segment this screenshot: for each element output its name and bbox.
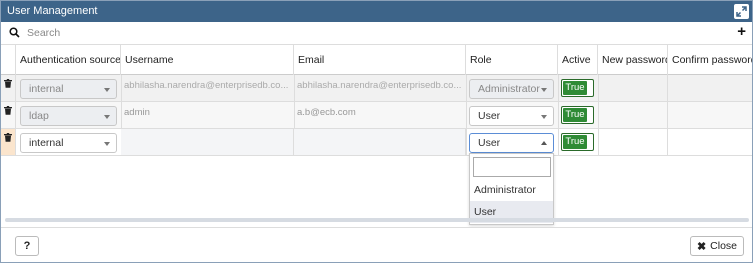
titlebar: User Management bbox=[1, 1, 752, 22]
active-toggle-label: True bbox=[563, 81, 587, 95]
chevron-up-icon bbox=[541, 141, 547, 145]
auth-source-select[interactable]: ldap bbox=[20, 106, 117, 126]
active-toggle[interactable]: True bbox=[561, 106, 594, 124]
divider bbox=[558, 129, 559, 155]
confirm-password-input[interactable] bbox=[669, 129, 752, 155]
role-select[interactable]: User bbox=[469, 106, 554, 126]
table-row-new: internal User True bbox=[1, 129, 752, 156]
divider bbox=[121, 75, 122, 101]
role-value: User bbox=[478, 110, 501, 122]
role-dropdown-search-input[interactable] bbox=[473, 157, 551, 177]
column-header-confirm-password[interactable]: Confirm password bbox=[668, 45, 752, 75]
chevron-down-icon bbox=[104, 88, 110, 92]
divider bbox=[121, 102, 122, 128]
trash-icon bbox=[4, 106, 12, 118]
close-icon: ✖ bbox=[696, 240, 707, 253]
add-user-button[interactable]: + bbox=[737, 23, 746, 41]
dialog-title: User Management bbox=[7, 5, 98, 17]
dialog-footer: ? ✖ Close bbox=[1, 227, 752, 262]
email-cell: a.b@ecb.com bbox=[297, 107, 356, 118]
column-header-auth-source[interactable]: Authentication source bbox=[16, 45, 121, 75]
table-row: ldap admin a.b@ecb.com User True bbox=[1, 102, 752, 129]
active-toggle[interactable]: True bbox=[561, 133, 594, 151]
divider bbox=[466, 102, 467, 128]
delete-row-button[interactable] bbox=[1, 102, 16, 128]
chevron-down-icon bbox=[541, 88, 547, 92]
email-cell: abhilasha.narendra@enterprisedb.co... bbox=[297, 80, 462, 91]
new-password-cell[interactable] bbox=[599, 102, 668, 128]
role-select[interactable]: Administrator bbox=[469, 79, 554, 99]
column-header-new-password[interactable]: New password bbox=[598, 45, 668, 75]
delete-row-button[interactable] bbox=[1, 129, 16, 155]
divider bbox=[558, 102, 559, 128]
username-cell: abhilasha.narendra@enterprisedb.co... bbox=[124, 80, 289, 91]
maximize-icon[interactable] bbox=[734, 4, 749, 19]
user-management-dialog: User Management + Authentication source … bbox=[0, 0, 753, 263]
auth-source-value: internal bbox=[29, 137, 64, 149]
auth-source-select[interactable]: internal bbox=[20, 133, 117, 153]
chevron-down-icon bbox=[104, 142, 110, 146]
auth-source-value: ldap bbox=[29, 110, 49, 122]
horizontal-scrollbar[interactable] bbox=[5, 218, 749, 222]
confirm-password-cell[interactable] bbox=[669, 75, 752, 101]
table-row: internal abhilasha.narendra@enterprisedb… bbox=[1, 75, 752, 102]
close-button[interactable]: ✖ Close bbox=[690, 236, 744, 256]
auth-source-value: internal bbox=[29, 83, 64, 95]
username-input[interactable] bbox=[121, 129, 294, 155]
chevron-down-icon bbox=[104, 115, 110, 119]
role-value: User bbox=[478, 137, 501, 149]
chevron-down-icon bbox=[541, 115, 547, 119]
role-select[interactable]: User bbox=[469, 133, 554, 153]
divider bbox=[294, 75, 295, 101]
search-bar: + bbox=[1, 22, 752, 45]
divider bbox=[466, 129, 467, 155]
trash-icon bbox=[4, 79, 12, 91]
role-dropdown: Administrator User bbox=[469, 153, 554, 225]
column-header-email[interactable]: Email bbox=[294, 45, 466, 75]
delete-row-button[interactable] bbox=[1, 75, 16, 101]
help-button[interactable]: ? bbox=[15, 236, 39, 256]
email-input[interactable] bbox=[294, 129, 466, 155]
role-value: Administrator bbox=[478, 83, 540, 95]
column-header-username[interactable]: Username bbox=[121, 45, 294, 75]
username-cell: admin bbox=[124, 107, 150, 118]
divider bbox=[294, 102, 295, 128]
table-header: Authentication source Username Email Rol… bbox=[1, 45, 752, 75]
header-delete-column bbox=[1, 45, 16, 75]
new-password-cell[interactable] bbox=[599, 75, 668, 101]
column-header-role[interactable]: Role bbox=[466, 45, 558, 75]
search-icon bbox=[9, 27, 20, 41]
active-toggle-label: True bbox=[563, 135, 587, 149]
role-option-administrator[interactable]: Administrator bbox=[470, 179, 553, 201]
active-toggle-label: True bbox=[563, 108, 587, 122]
auth-source-select[interactable]: internal bbox=[20, 79, 117, 99]
close-button-label: Close bbox=[710, 240, 738, 252]
divider bbox=[558, 75, 559, 101]
column-header-active[interactable]: Active bbox=[558, 45, 598, 75]
new-password-input[interactable] bbox=[599, 129, 668, 155]
active-toggle[interactable]: True bbox=[561, 79, 594, 97]
help-icon: ? bbox=[23, 240, 31, 252]
trash-icon bbox=[4, 133, 12, 145]
search-input[interactable] bbox=[27, 24, 717, 42]
confirm-password-cell[interactable] bbox=[669, 102, 752, 128]
divider bbox=[466, 75, 467, 101]
